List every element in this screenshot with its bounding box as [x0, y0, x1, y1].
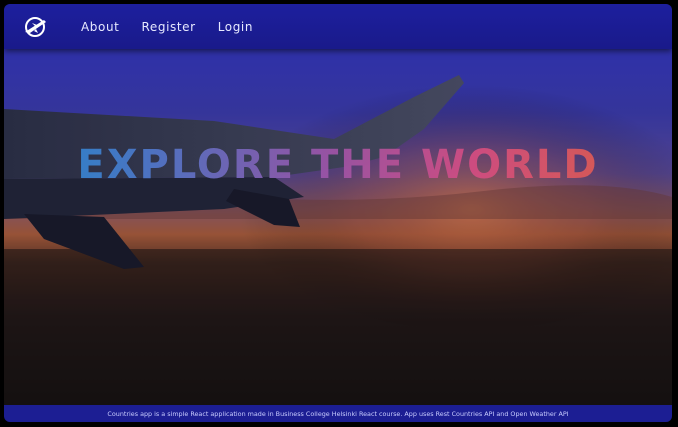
airplane-globe-icon[interactable]: [22, 14, 48, 40]
footer: Countries app is a simple React applicat…: [4, 405, 672, 422]
hero-background-image: [4, 49, 672, 405]
nav-link-login[interactable]: Login: [218, 20, 253, 34]
navbar: About Register Login: [4, 4, 672, 49]
hero-title: EXPLORE THE WORLD: [4, 142, 672, 188]
footer-text: Countries app is a simple React applicat…: [107, 409, 569, 418]
hero-section: EXPLORE THE WORLD: [4, 49, 672, 405]
nav-link-register[interactable]: Register: [141, 20, 195, 34]
app-window: About Register Login EXPLORE THE WORLD C…: [4, 4, 672, 422]
nav-link-about[interactable]: About: [81, 20, 119, 34]
main-nav: About Register Login: [81, 4, 275, 49]
